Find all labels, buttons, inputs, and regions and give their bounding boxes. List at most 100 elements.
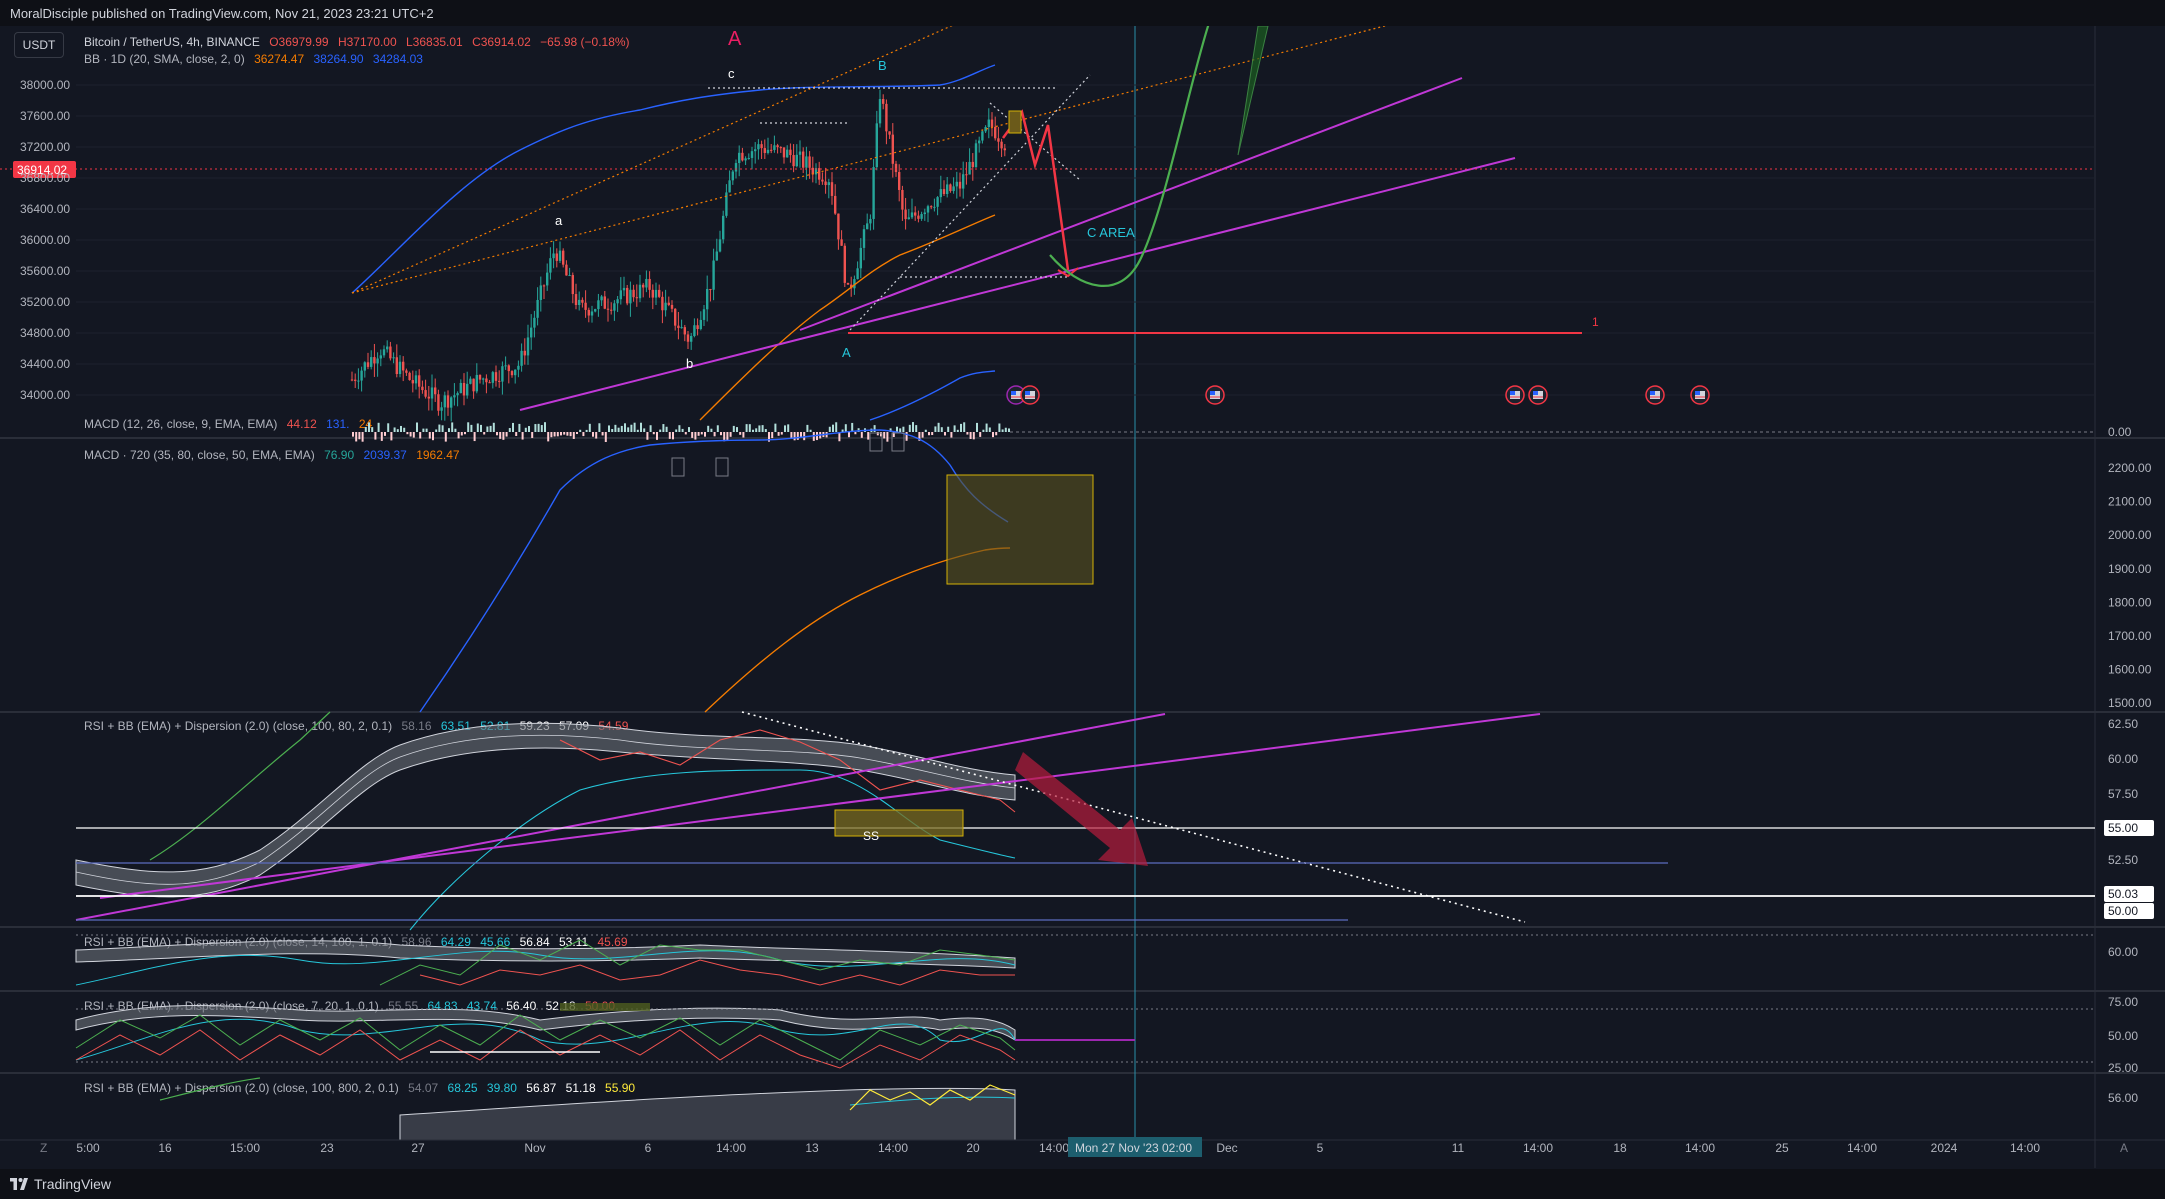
chart-canvas[interactable]: A c B a b A C AREA 1 36914.02 38000.0037… xyxy=(0,26,2165,1168)
event-flag-icon[interactable] xyxy=(1690,385,1710,405)
event-flag-icon[interactable] xyxy=(1505,385,1525,405)
candle-body xyxy=(910,212,914,218)
candle-body xyxy=(542,285,546,287)
time-tick-label: 11 xyxy=(1452,1141,1465,1155)
macd1-hist-bar xyxy=(448,428,450,432)
macd1-hist-bar xyxy=(476,423,479,432)
candle-body xyxy=(949,184,952,192)
macd1-hist-bar xyxy=(771,432,774,439)
macd1-hist-bar xyxy=(496,432,498,436)
auto-scale-a[interactable]: A xyxy=(2120,1141,2128,1155)
macd1-hist-bar xyxy=(684,432,687,435)
price-tick-label: 36400.00 xyxy=(20,202,70,216)
macd1-hist-bar xyxy=(649,425,652,432)
macd2-tick-label: 2100.00 xyxy=(2108,495,2152,509)
macd1-hist-bar xyxy=(912,422,914,432)
candle-body xyxy=(744,158,747,161)
candle-body xyxy=(709,288,712,290)
candle-body xyxy=(891,134,894,164)
time-tick-label: 2024 xyxy=(1931,1141,1958,1155)
wave-c-label: c xyxy=(728,66,735,81)
candle-body xyxy=(686,334,690,342)
time-tick-label: 14:00 xyxy=(1847,1141,1877,1155)
macd1-hist-bar xyxy=(588,423,591,432)
footer-brand[interactable]: TradingView xyxy=(34,1176,111,1192)
macd1-hist-bar xyxy=(604,432,607,442)
macd1-hist-bar xyxy=(1004,427,1007,432)
macd1-hist-bar xyxy=(505,432,508,437)
macd1-hist-bar xyxy=(796,432,799,440)
candle-body xyxy=(741,152,744,161)
time-tick-label: 14:00 xyxy=(1523,1141,1553,1155)
candle-body xyxy=(635,297,638,299)
event-flag-icon[interactable] xyxy=(1645,385,1665,405)
rsi4-y-axis[interactable]: 56.00 xyxy=(2108,1091,2138,1105)
candle-body xyxy=(450,397,453,408)
event-flag-icon[interactable] xyxy=(1528,385,1548,405)
macd1-hist-bar xyxy=(736,427,738,432)
candle-body xyxy=(552,253,555,259)
candle-body xyxy=(869,218,872,224)
macd1-hist-bar xyxy=(521,432,524,440)
time-tick-label: 15:00 xyxy=(230,1141,260,1155)
macd1-hist-bar xyxy=(784,425,786,432)
macd1-hist-bar xyxy=(755,428,758,432)
macd1-hist-bar xyxy=(1008,428,1010,432)
macd2-y-axis[interactable]: 2200.00 2100.00 2000.00 1900.00 1800.00 1700.… xyxy=(2108,461,2152,710)
macd1-hist-bar xyxy=(361,432,364,442)
macd1-hist-bar xyxy=(547,432,550,442)
candle-body xyxy=(840,239,843,246)
candle-body xyxy=(616,299,619,304)
macd1-hist-bar xyxy=(960,423,962,432)
macd1-hist-bar xyxy=(451,422,454,432)
candle-body xyxy=(510,371,514,376)
macd1-hist-bar xyxy=(976,422,978,432)
macd1-hist-bar xyxy=(358,432,361,440)
candle-body xyxy=(446,395,450,408)
macd1-hist-bar xyxy=(748,424,751,432)
rsi2-y-axis[interactable]: 60.00 xyxy=(2108,945,2138,959)
macd1-hist-bar xyxy=(886,432,889,442)
green-projection-curve xyxy=(1049,26,1210,287)
macd1-hist-bar xyxy=(681,428,684,432)
rsi3-y-axis[interactable]: 75.00 50.00 25.00 xyxy=(2108,995,2138,1075)
candle-body xyxy=(830,182,834,196)
candle-body xyxy=(485,378,488,383)
macd1-y-axis[interactable]: 0.00 xyxy=(2108,425,2132,439)
macd1-hist-bar xyxy=(438,424,441,432)
event-flag-icon[interactable] xyxy=(1205,385,1225,405)
macd1-hist-bar xyxy=(643,428,646,432)
macd2-tick-label: 2200.00 xyxy=(2108,461,2152,475)
candle-body xyxy=(459,382,462,394)
candle-body xyxy=(530,327,533,338)
macd1-hist-bar xyxy=(854,432,857,435)
macd1-hist-bar xyxy=(780,432,783,435)
macd1-hist-bar xyxy=(416,422,418,432)
candle-body xyxy=(654,289,658,298)
macd1-hist-bar xyxy=(758,425,761,432)
rsi4-lines xyxy=(159,1077,1016,1141)
macd1-hist-bar xyxy=(921,432,924,438)
candle-body xyxy=(962,174,965,189)
candle-body xyxy=(690,336,693,342)
candle-body xyxy=(549,258,552,273)
price-y-axis[interactable]: 38000.00 37600.00 37200.00 36800.00 36400.00… xyxy=(20,78,70,402)
candle-body xyxy=(594,309,597,312)
macd1-hist-bar xyxy=(371,427,374,432)
macd1-hist-bar xyxy=(896,426,898,432)
macd2-tick-label: 1900.00 xyxy=(2108,562,2152,576)
rsi1-y-axis[interactable]: 62.50 60.00 57.50 55.00 52.50 50.03 50.00 xyxy=(2104,717,2154,919)
macd1-hist-bar xyxy=(956,429,959,432)
rsi3-lines xyxy=(75,1005,1016,1069)
candle-body xyxy=(766,149,770,153)
candle-body xyxy=(667,302,670,305)
macd1-hist-bar xyxy=(473,432,476,442)
zoom-z-left[interactable]: Z xyxy=(40,1141,47,1155)
green-spike xyxy=(1237,26,1269,156)
candle-body xyxy=(366,362,370,367)
rsi1-tick-label: 62.50 xyxy=(2108,717,2138,731)
macd1-hist-bar xyxy=(553,432,556,437)
candle-body xyxy=(882,99,885,104)
event-flag-icon[interactable] xyxy=(1020,385,1040,405)
candle-body xyxy=(466,383,469,396)
